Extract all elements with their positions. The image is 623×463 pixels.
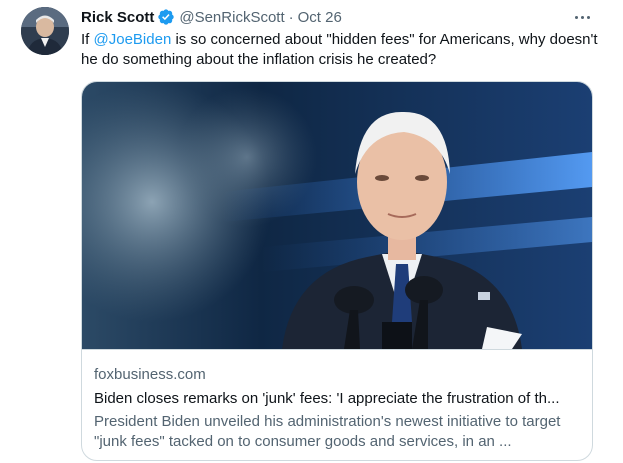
tweet-text-prefix: If <box>81 31 94 48</box>
mention-link[interactable]: @JoeBiden <box>94 31 172 48</box>
card-meta: foxbusiness.com Biden closes remarks on … <box>82 349 592 450</box>
avatar-image <box>21 7 69 55</box>
separator-dot: · <box>288 8 294 26</box>
card-description: President Biden unveiled his administrat… <box>94 413 561 450</box>
tweet-date[interactable]: Oct 26 <box>298 9 342 26</box>
tweet-text: If @JoeBiden is so concerned about "hidd… <box>81 30 601 70</box>
card-title: Biden closes remarks on 'junk' fees: 'I … <box>94 390 560 407</box>
card-domain: foxbusiness.com <box>94 366 206 383</box>
more-options-icon[interactable] <box>570 8 594 26</box>
avatar[interactable] <box>21 7 69 55</box>
card-photo <box>82 82 592 349</box>
tweet: Rick Scott @SenRickScott · Oct 26 If @Jo… <box>0 0 623 463</box>
tweet-header: Rick Scott @SenRickScott · Oct 26 <box>81 7 342 27</box>
card-image <box>82 82 592 349</box>
link-card[interactable]: foxbusiness.com Biden closes remarks on … <box>81 81 593 461</box>
author-handle[interactable]: @SenRickScott <box>179 9 284 26</box>
author-name[interactable]: Rick Scott <box>81 9 154 26</box>
verified-badge-icon <box>158 9 175 25</box>
